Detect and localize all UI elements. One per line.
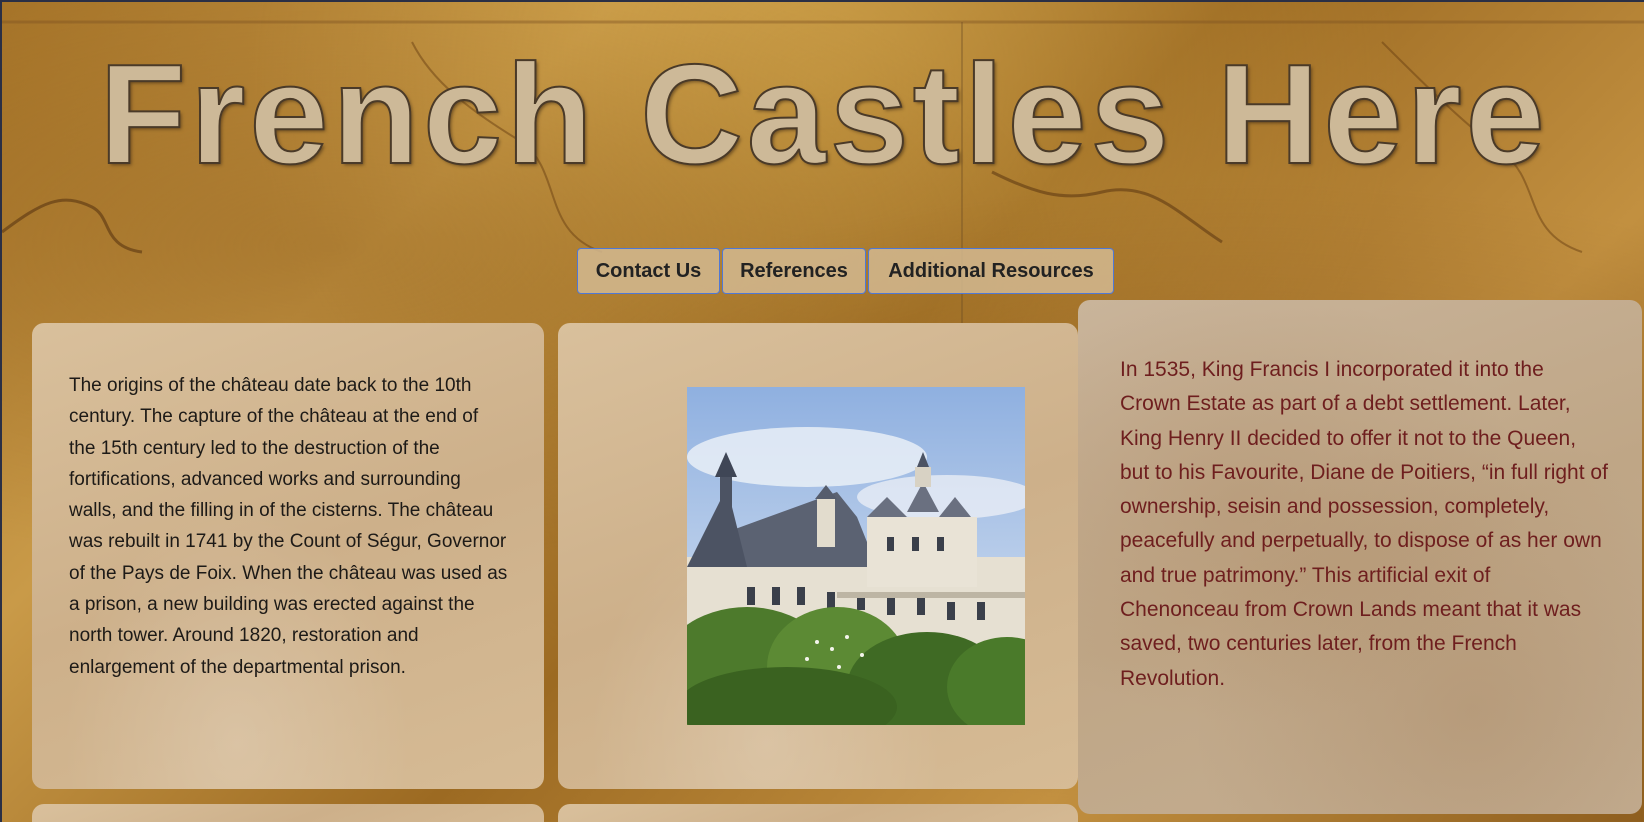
main-nav: Contact Us References Additional Resourc… <box>577 248 1114 294</box>
image-card <box>558 323 1078 789</box>
history-card-bottom-left <box>32 804 544 822</box>
history-card-right: In 1535, King Francis I incorporated it … <box>1078 300 1642 814</box>
history-card-bottom-mid <box>558 804 1078 822</box>
chateau-photo <box>687 387 1025 725</box>
history-text-crown-estate: In 1535, King Francis I incorporated it … <box>1120 358 1608 690</box>
history-text-origins: The origins of the château date back to … <box>69 375 508 678</box>
additional-resources-button[interactable]: Additional Resources <box>868 248 1114 294</box>
history-card-left: The origins of the château date back to … <box>32 323 544 789</box>
references-button[interactable]: References <box>722 248 866 294</box>
contact-us-button[interactable]: Contact Us <box>577 248 720 294</box>
page-title: French Castles Here <box>98 35 1549 194</box>
